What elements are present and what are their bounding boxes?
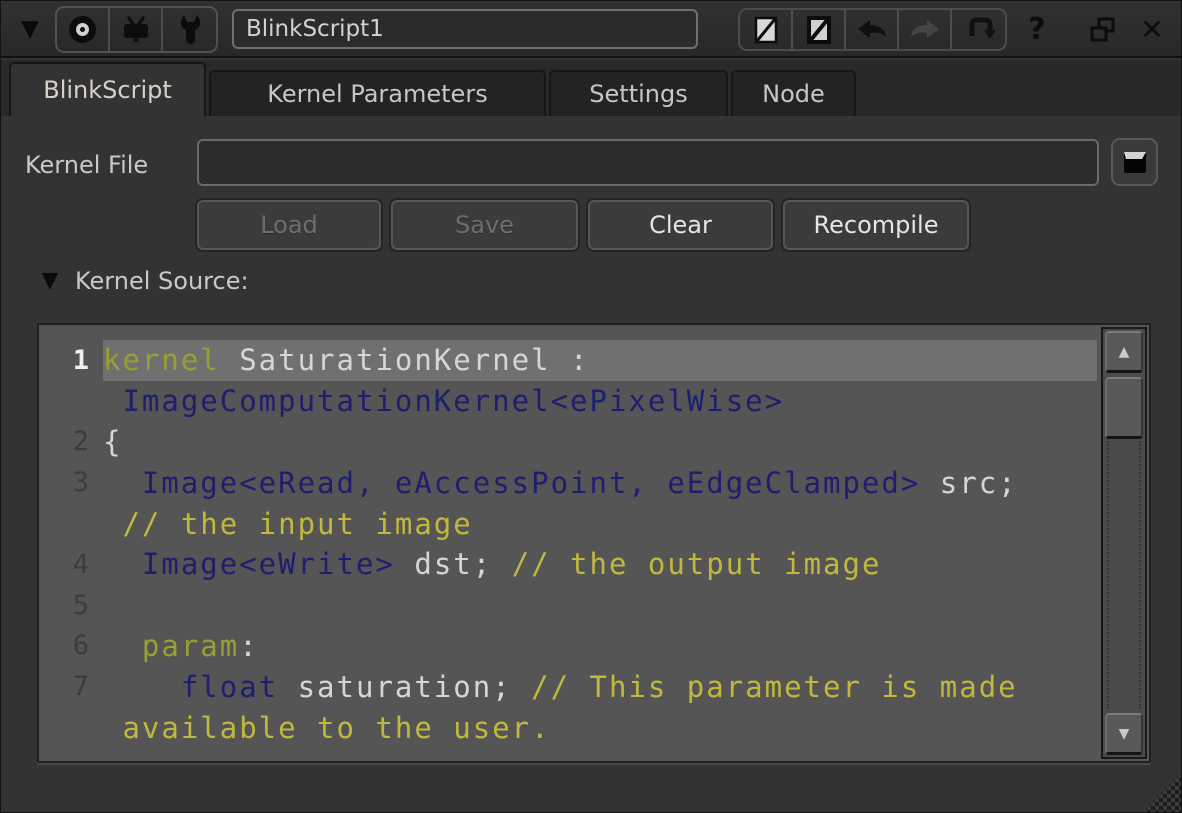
undo-button[interactable] <box>846 10 899 49</box>
code-row[interactable]: 4 Image<eWrite> dst; // the output image <box>39 544 1097 585</box>
code-line: float saturation; // This parameter is m… <box>103 666 1097 707</box>
monitor-icon <box>119 15 153 45</box>
close-button[interactable]: ✕ <box>1131 9 1173 49</box>
scroll-up-button[interactable]: ▲ <box>1105 331 1143 373</box>
curve-editor-button-2[interactable] <box>793 10 846 49</box>
load-button[interactable]: Load <box>197 200 381 250</box>
code-row[interactable]: 6 param: <box>39 626 1097 667</box>
node-indicator-button[interactable] <box>57 8 110 51</box>
tab-settings[interactable]: Settings <box>549 70 728 116</box>
code-line: param: <box>103 626 1097 667</box>
line-number <box>39 503 103 544</box>
undo-icon <box>855 17 889 43</box>
target-icon <box>69 16 96 43</box>
tab-kernel-parameters[interactable]: Kernel Parameters <box>209 70 546 116</box>
code-row[interactable]: available to the user. <box>39 707 1097 748</box>
wrench-icon <box>175 13 205 47</box>
code-line: // the input image <box>103 503 1097 544</box>
code-line: kernel SaturationKernel : <box>103 340 1097 381</box>
help-button[interactable]: ? <box>1017 9 1057 49</box>
ramp-icon-2 <box>806 15 832 45</box>
line-number: 5 <box>39 585 103 626</box>
kernel-file-label: Kernel File <box>25 151 148 179</box>
scrollbar-thumb[interactable] <box>1105 377 1143 439</box>
save-button[interactable]: Save <box>391 200 578 250</box>
kernel-source-editor[interactable]: 1kernel SaturationKernel : ImageComputat… <box>37 323 1151 763</box>
scrollbar-track[interactable] <box>1107 441 1141 709</box>
kernel-source-label: Kernel Source: <box>75 267 249 295</box>
redo-icon <box>908 17 942 43</box>
line-number: 2 <box>39 422 103 463</box>
code-line <box>103 585 1097 626</box>
recompile-button[interactable]: Recompile <box>783 200 969 250</box>
titlebar: ▼ <box>1 1 1181 58</box>
scroll-down-button[interactable]: ▼ <box>1105 713 1143 755</box>
line-number <box>39 381 103 422</box>
code-row[interactable]: 5 <box>39 585 1097 626</box>
code-row[interactable]: 1kernel SaturationKernel : <box>39 340 1097 381</box>
line-number <box>39 707 103 748</box>
file-browser-button[interactable] <box>1111 138 1158 186</box>
line-number: 6 <box>39 626 103 667</box>
redo-button[interactable] <box>899 10 952 49</box>
kernel-file-input[interactable] <box>197 139 1099 186</box>
line-number: 7 <box>39 666 103 707</box>
kernel-source-collapse-icon[interactable]: ▼ <box>35 265 65 295</box>
ramp-icon <box>753 15 779 45</box>
code-line: Image<eRead, eAccessPoint, eEdgeClamped>… <box>103 462 1097 503</box>
curve-editor-button[interactable] <box>740 10 793 49</box>
tab-blinkscript[interactable]: BlinkScript <box>9 62 206 116</box>
tab-strip: BlinkScript Kernel Parameters Settings N… <box>1 60 1181 116</box>
clear-button[interactable]: Clear <box>588 200 773 250</box>
panel-collapse-icon[interactable]: ▼ <box>11 12 49 46</box>
node-name-input[interactable] <box>232 9 698 49</box>
line-number: 1 <box>39 340 103 381</box>
line-number: 4 <box>39 544 103 585</box>
editor-scrollbar[interactable]: ▲ ▼ <box>1101 327 1147 759</box>
code-row[interactable]: 3 Image<eRead, eAccessPoint, eEdgeClampe… <box>39 462 1097 503</box>
float-window-button[interactable] <box>1083 13 1123 47</box>
wrench-button[interactable] <box>163 8 216 51</box>
code-line: available to the user. <box>103 707 1097 748</box>
revert-button[interactable] <box>952 10 1005 49</box>
code-row[interactable]: // the input image <box>39 503 1097 544</box>
line-number: 3 <box>39 462 103 503</box>
blinkscript-properties-panel: ▼ <box>0 0 1182 813</box>
code-line: { <box>103 422 1097 463</box>
code-row[interactable]: ImageComputationKernel<ePixelWise> <box>39 381 1097 422</box>
monitor-button[interactable] <box>110 8 163 51</box>
code-area[interactable]: 1kernel SaturationKernel : ImageComputat… <box>39 340 1097 748</box>
file-browser-icon <box>1121 148 1149 176</box>
resize-grip[interactable] <box>1143 774 1181 812</box>
panel-action-group <box>738 8 1007 51</box>
tab-node[interactable]: Node <box>731 70 856 116</box>
code-row[interactable]: 7 float saturation; // This parameter is… <box>39 666 1097 707</box>
float-window-icon <box>1088 15 1118 45</box>
revert-icon <box>963 15 995 45</box>
code-line: Image<eWrite> dst; // the output image <box>103 544 1097 585</box>
code-line: ImageComputationKernel<ePixelWise> <box>103 381 1097 422</box>
node-icon-group <box>55 6 218 53</box>
code-row[interactable]: 2{ <box>39 422 1097 463</box>
